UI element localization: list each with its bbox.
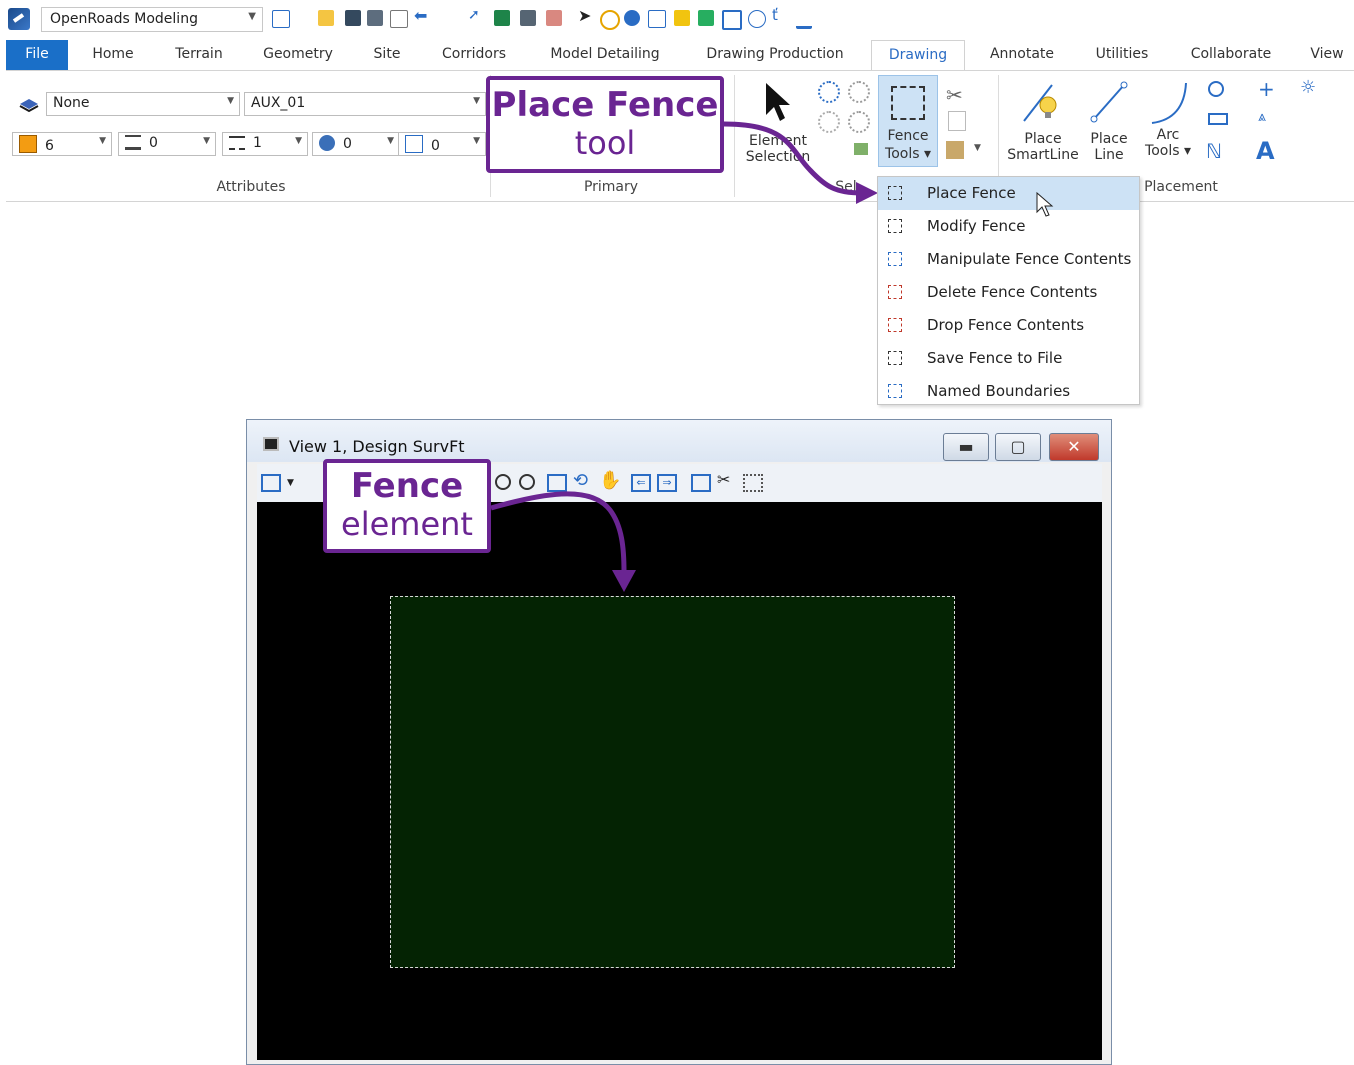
fence-element-arrow (490, 491, 636, 592)
